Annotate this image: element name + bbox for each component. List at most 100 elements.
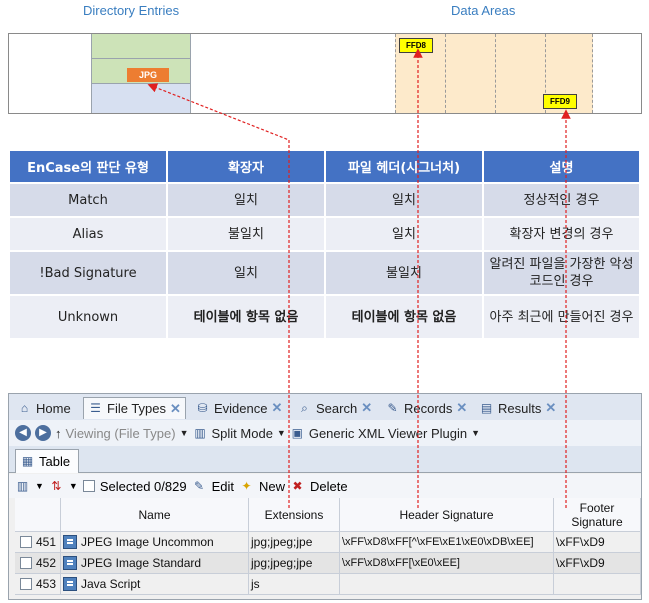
encase-window: ⌂ Home ☰ File Types ✕ ⛁ Evidence ✕ ⌕ Sea… (8, 393, 642, 600)
row-name: JPEG Image Standard (81, 556, 202, 570)
split-mode-icon: ▥ (194, 425, 206, 440)
row-extensions: js (249, 574, 340, 595)
extension-cell: 불일치 (168, 218, 324, 250)
row-footer-signature (554, 574, 641, 595)
row-footer-signature: \xFF\xD9 (554, 553, 641, 574)
columns-icon[interactable]: ▥ (15, 479, 30, 494)
header-cell: 테이블에 항목 없음 (326, 296, 482, 338)
row-number: 452 (35, 556, 56, 570)
table-row[interactable]: 453 Java Script js (15, 574, 641, 595)
tab-label: Evidence (214, 400, 268, 416)
row-number: 451 (35, 535, 56, 549)
header-cell: 일치 (326, 184, 482, 216)
tab-search[interactable]: ⌕ Search ✕ (293, 397, 376, 419)
table-row: Match 일치 일치 정상적인 경우 (10, 184, 639, 216)
tab-file-types[interactable]: ☰ File Types ✕ (83, 397, 186, 419)
ffd9-marker: FFD9 (543, 94, 577, 109)
table-row[interactable]: 452 JPEG Image Standard jpg;jpeg;jpe \xF… (15, 553, 641, 574)
description-cell: 알려진 파일을 가장한 악성코드인 경우 (484, 252, 639, 294)
tab-label: Results (498, 400, 542, 416)
disk-layout-diagram: JPG FFD8 FFD9 (8, 33, 642, 114)
column-header-name[interactable]: Name (61, 498, 249, 532)
plugin-dropdown[interactable]: Generic XML Viewer Plugin (309, 426, 467, 441)
file-type-icon (63, 556, 77, 570)
up-icon[interactable]: ↑ (55, 426, 62, 441)
table-row: Unknown 테이블에 항목 없음 테이블에 항목 없음 아주 최근에 만들어… (10, 296, 639, 338)
extension-cell: 일치 (168, 184, 324, 216)
column-header-extensions[interactable]: Extensions (249, 498, 340, 532)
table-toolbar: ▥ ▼ ⇅ ▼ Selected 0/829 ✎ Edit ✦ New ✖ De… (9, 474, 641, 498)
tab-results[interactable]: ▤ Results ✕ (475, 397, 560, 419)
row-checkbox[interactable] (19, 557, 32, 569)
view-tab-strip: ▦ Table (9, 446, 641, 473)
column-header-footer-signature[interactable]: Footer Signature (554, 498, 641, 532)
close-icon[interactable]: ✕ (170, 401, 181, 417)
column-header: 확장자 (168, 151, 324, 182)
type-cell: !Bad Signature (10, 252, 166, 294)
file-types-icon: ☰ (90, 401, 101, 415)
split-mode-dropdown[interactable]: Split Mode (212, 426, 273, 441)
home-icon: ⌂ (20, 400, 29, 415)
file-type-icon (63, 577, 77, 591)
ffd8-marker: FFD8 (399, 38, 433, 53)
records-icon: ✎ (387, 400, 398, 415)
jpg-label-box: JPG (127, 68, 169, 82)
chevron-down-icon[interactable]: ▼ (471, 428, 480, 438)
select-all-checkbox[interactable] (82, 480, 95, 492)
evidence-icon: ⛁ (197, 400, 208, 415)
close-icon[interactable]: ✕ (271, 400, 282, 416)
row-extensions: jpg;jpeg;jpe (249, 553, 340, 574)
header-cell: 불일치 (326, 252, 482, 294)
sort-icon[interactable]: ⇅ (49, 479, 64, 494)
close-icon[interactable]: ✕ (545, 400, 556, 416)
type-cell: Unknown (10, 296, 166, 338)
edit-button[interactable]: Edit (212, 479, 234, 494)
tab-records[interactable]: ✎ Records ✕ (381, 397, 471, 419)
tab-label: Table (39, 454, 71, 469)
grid-header-row: Name Extensions Header Signature Footer … (15, 498, 641, 532)
header-cell: 일치 (326, 218, 482, 250)
new-icon: ✦ (241, 478, 252, 493)
chevron-down-icon[interactable]: ▼ (277, 428, 286, 438)
forward-icon[interactable]: ▶ (35, 425, 51, 441)
directory-entry (92, 84, 190, 113)
description-cell: 정상적인 경우 (484, 184, 639, 216)
view-toolbar: ◀ ▶ ↑ Viewing (File Type) ▼ ▥ Split Mode… (9, 420, 641, 446)
close-icon[interactable]: ✕ (456, 400, 467, 416)
directory-entries-caption: Directory Entries (83, 3, 180, 18)
column-header: 파일 헤더(시그너처) (326, 151, 482, 182)
type-cell: Alias (10, 218, 166, 250)
row-number: 453 (35, 577, 56, 591)
chevron-down-icon[interactable]: ▼ (180, 428, 189, 438)
delete-button[interactable]: Delete (310, 479, 348, 494)
tab-label: File Types (107, 401, 167, 416)
chevron-down-icon[interactable]: ▼ (69, 481, 78, 491)
close-icon[interactable]: ✕ (361, 400, 372, 416)
row-checkbox[interactable] (19, 578, 32, 590)
back-icon[interactable]: ◀ (15, 425, 31, 441)
description-cell: 확장자 변경의 경우 (484, 218, 639, 250)
row-checkbox[interactable] (19, 536, 32, 548)
tab-home[interactable]: ⌂ Home (13, 397, 75, 419)
table-row: !Bad Signature 일치 불일치 알려진 파일을 가장한 악성코드인 … (10, 252, 639, 294)
column-header-header-signature[interactable]: Header Signature (340, 498, 554, 532)
row-footer-signature: \xFF\xD9 (554, 532, 641, 553)
search-icon: ⌕ (301, 400, 308, 415)
table-row[interactable]: 451 JPEG Image Uncommon jpg;jpeg;jpe \xF… (15, 532, 641, 553)
row-name: JPEG Image Uncommon (81, 535, 214, 549)
main-tab-bar: ⌂ Home ☰ File Types ✕ ⛁ Evidence ✕ ⌕ Sea… (9, 394, 641, 420)
chevron-down-icon[interactable]: ▼ (35, 481, 44, 491)
directory-entry (92, 34, 190, 59)
data-areas-caption: Data Areas (451, 3, 516, 18)
tab-evidence[interactable]: ⛁ Evidence ✕ (191, 397, 286, 419)
tab-label: Search (316, 400, 358, 416)
row-header-signature: \xFF\xD8\xFF[\xE0\xEE] (340, 553, 554, 574)
tab-table[interactable]: ▦ Table (15, 449, 79, 473)
description-cell: 아주 최근에 만들어진 경우 (484, 296, 639, 338)
new-button[interactable]: New (259, 479, 285, 494)
file-type-icon (63, 535, 77, 549)
viewing-dropdown[interactable]: Viewing (File Type) (66, 426, 176, 441)
row-extensions: jpg;jpeg;jpe (249, 532, 340, 553)
table-row: Alias 불일치 일치 확장자 변경의 경우 (10, 218, 639, 250)
table-icon: ▦ (21, 454, 34, 468)
